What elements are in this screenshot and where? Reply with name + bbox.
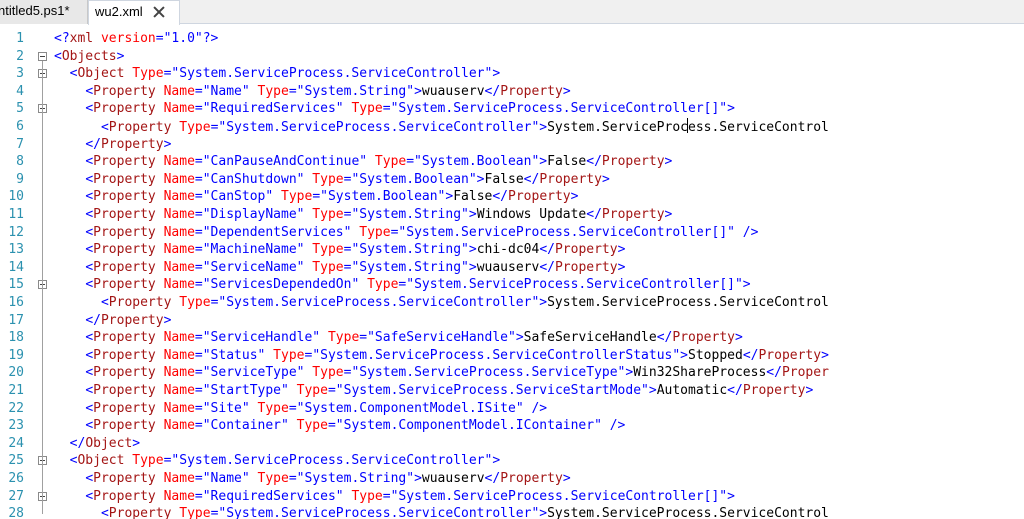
line-number: 11 [8,207,24,222]
line-number: 12 [8,224,24,240]
code-line[interactable]: 7 </Property> [0,136,1024,154]
line-number: 20 [8,365,24,381]
tab-label: wu2.xml [95,4,143,19]
code-line[interactable]: 14 <Property Name="ServiceName" Type="Sy… [0,259,1024,277]
code-line[interactable]: 6 <Property Type="System.ServiceProcess.… [0,118,1024,136]
line-number: 13 [8,242,24,258]
tab-bar: ntitled5.ps1* wu2.xml [0,0,1024,25]
line-number: 9 [16,171,24,187]
line-number: 10 [8,189,24,205]
code-text: <Property Name="DependentServices" Type=… [85,224,759,240]
code-text: <Object Type="System.ServiceProcess.Serv… [69,66,501,82]
line-number: 2 [16,48,24,64]
line-number: 4 [16,83,24,99]
line-number: 24 [8,435,24,451]
line-number: 23 [8,418,24,434]
code-line[interactable]: 13 <Property Name="MachineName" Type="Sy… [0,241,1024,259]
code-text: </Property> [85,312,172,328]
line-number: 19 [8,347,24,363]
code-text: <Property Type="System.ServiceProcess.Se… [100,506,829,519]
tab-wu2-xml[interactable]: wu2.xml [88,0,180,25]
code-line[interactable]: 12 <Property Name="DependentServices" Ty… [0,224,1024,242]
line-number: 17 [8,312,24,328]
code-line[interactable]: 23 <Property Name="Container" Type="Syst… [0,417,1024,435]
line-number: 25 [8,453,24,469]
code-text: <Property Name="CanStop" Type="System.Bo… [85,189,579,205]
code-text: <Property Name="ServicesDependedOn" Type… [85,277,751,293]
code-line[interactable]: 26 <Property Name="Name" Type="System.St… [0,470,1024,488]
code-line[interactable]: 21 <Property Name="StartType" Type="Syst… [0,382,1024,400]
code-text: <Property Name="Site" Type="System.Compo… [85,400,548,416]
code-text: <?xml version="1.0"?> [54,31,219,46]
code-line[interactable]: 22 <Property Name="Site" Type="System.Co… [0,400,1024,418]
code-text: <Object Type="System.ServiceProcess.Serv… [69,453,501,469]
code-line[interactable]: 28 <Property Type="System.ServiceProcess… [0,505,1024,519]
code-line[interactable]: 25 <Object Type="System.ServiceProcess.S… [0,452,1024,470]
code-text: <Property Name="RequiredServices" Type="… [85,101,735,117]
code-line[interactable]: 17 </Property> [0,312,1024,330]
code-line[interactable]: 2 <Objects> [0,48,1024,66]
code-text: <Property Name="Container" Type="System.… [85,418,626,434]
code-text: <Property Type="System.ServiceProcess.Se… [100,295,829,310]
code-text: <Property Name="StartType" Type="System.… [85,383,814,398]
line-number: 18 [8,330,24,346]
fold-guide [42,289,43,321]
line-number: 5 [16,101,24,117]
tab-label: ntitled5.ps1* [0,3,70,18]
line-number: 3 [16,66,24,82]
code-text: <Property Name="MachineName" Type="Syste… [85,242,626,258]
line-number: 27 [8,488,24,504]
line-number: 26 [8,471,24,486]
line-number: 15 [8,277,24,293]
tab-untitled5-ps1[interactable]: ntitled5.ps1* [0,0,88,24]
code-text: <Property Type="System.ServiceProcess.Se… [100,118,829,135]
code-line[interactable]: 19 <Property Name="Status" Type="System.… [0,347,1024,365]
code-text: <Property Name="DisplayName" Type="Syste… [85,207,673,222]
code-line[interactable]: 8 <Property Name="CanPauseAndContinue" T… [0,153,1024,171]
code-editor[interactable]: 1 <?xml version="1.0"?> 2 <Objects> 3 <Objec… [0,30,1024,519]
code-text: <Property Name="Name" Type="System.Strin… [85,83,571,99]
code-line[interactable]: 4 <Property Name="Name" Type="System.Str… [0,83,1024,101]
collapse-icon[interactable] [38,51,47,61]
line-number: 22 [8,400,24,416]
code-line[interactable]: 5 <Property Name="RequiredServices" Type… [0,100,1024,118]
code-line[interactable]: 24 </Object> [0,435,1024,453]
code-line[interactable]: 20 <Property Name="ServiceType" Type="Sy… [0,364,1024,382]
code-text: <Property Name="CanPauseAndContinue" Typ… [85,154,673,170]
code-text: <Property Name="CanShutdown" Type="Syste… [85,171,610,187]
line-number: 16 [8,295,24,310]
code-line[interactable]: 3 <Object Type="System.ServiceProcess.Se… [0,65,1024,83]
code-text: <Property Name="ServiceType" Type="Syste… [85,365,829,381]
line-number: 6 [16,119,24,134]
code-line[interactable]: 16 <Property Type="System.ServiceProcess… [0,294,1024,312]
fold-guide [42,500,43,515]
code-line[interactable]: 18 <Property Name="ServiceHandle" Type="… [0,329,1024,347]
line-number: 21 [8,383,24,398]
code-text: <Property Name="RequiredServices" Type="… [85,488,735,504]
code-line[interactable]: 15 <Property Name="ServicesDependedOn" T… [0,276,1024,294]
line-number: 14 [8,259,24,275]
line-number: 8 [16,154,24,170]
line-number: 7 [16,136,24,152]
code-text: <Property Name="Name" Type="System.Strin… [85,471,571,486]
code-text: <Property Name="ServiceHandle" Type="Saf… [85,330,743,346]
code-line[interactable]: 10 <Property Name="CanStop" Type="System… [0,188,1024,206]
fold-guide [42,113,43,145]
code-line[interactable]: 11 <Property Name="DisplayName" Type="Sy… [0,206,1024,224]
line-number: 1 [16,31,24,46]
code-line[interactable]: 9 <Property Name="CanShutdown" Type="Sys… [0,171,1024,189]
code-line[interactable]: 27 <Property Name="RequiredServices" Typ… [0,488,1024,506]
close-icon[interactable] [152,5,166,19]
code-text: </Object> [69,435,141,451]
code-text: </Property> [85,136,172,152]
code-text: <Property Name="Status" Type="System.Ser… [85,347,829,363]
code-text: <Property Name="ServiceName" Type="Syste… [85,259,626,275]
code-line[interactable]: 1 <?xml version="1.0"?> [0,30,1024,48]
code-text: <Objects> [54,48,125,64]
line-number: 28 [8,506,24,519]
